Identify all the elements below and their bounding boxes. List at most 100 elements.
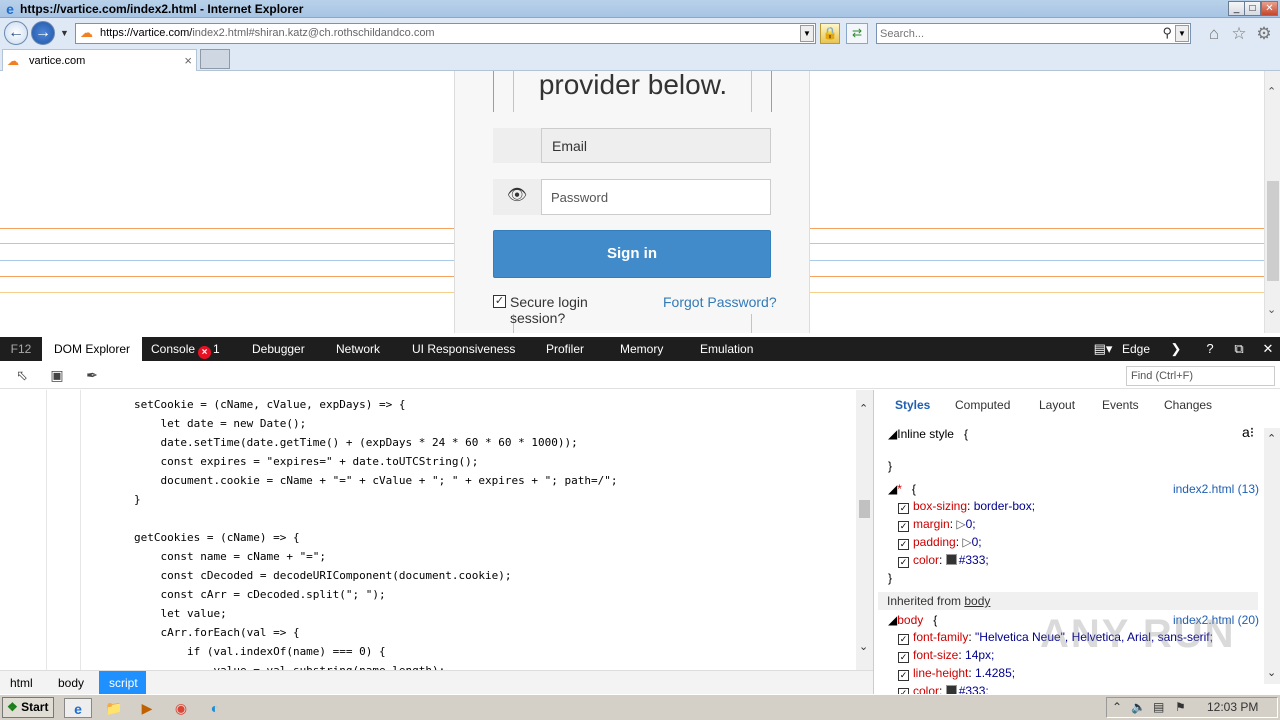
tab-profiler[interactable]: Profiler [546,337,584,361]
maximize-button[interactable]: □ [1244,1,1261,16]
page-scrollbar[interactable]: ⌃ ⌄ [1264,71,1280,333]
tab-styles[interactable]: Styles [895,398,930,412]
crumb-script[interactable]: script [99,671,146,695]
taskbar-media-icon[interactable]: ▶ [136,698,158,718]
console-toggle-icon[interactable]: ❯ [1166,337,1186,361]
property-checkbox[interactable]: ✓ [898,521,909,532]
inherited-from-link[interactable]: body [964,594,990,608]
property-name[interactable]: box-sizing [913,499,967,513]
style-property-row[interactable]: ✓ line-height: 1.4285; [898,664,1015,682]
home-icon[interactable]: ⌂ [1204,24,1224,44]
network-icon[interactable]: ▤ [1153,700,1164,714]
property-value[interactable]: 0; [972,535,982,549]
style-property-row[interactable]: ✓ padding: ▷0; [898,533,982,551]
favorites-star-icon[interactable]: ☆ [1229,24,1249,44]
scroll-down-icon[interactable]: ⌄ [1267,303,1276,316]
property-checkbox[interactable]: ✓ [898,634,909,645]
url-input[interactable]: ☁ https://vartice.com/index2.html#shiran… [75,23,816,44]
tray-arrow-icon[interactable]: ⌃ [1112,700,1122,714]
style-property-row[interactable]: ✓ box-sizing: border-box; [898,497,1035,515]
recent-pages-dropdown[interactable]: ▼ [60,28,69,38]
scroll-thumb[interactable] [859,500,870,518]
eye-icon[interactable]: 👁 [493,179,541,215]
taskbar-chrome-icon[interactable]: ◉ [170,698,192,718]
password-field[interactable]: Password [541,179,771,215]
property-checkbox[interactable]: ✓ [898,670,909,681]
property-value[interactable]: 1.4285; [975,666,1015,680]
property-value[interactable]: 14px; [965,648,994,662]
volume-icon[interactable]: 🔈 [1131,700,1146,714]
style-property-row[interactable]: ✓ color: #333; [898,682,989,694]
property-checkbox[interactable]: ✓ [898,652,909,663]
style-property-row[interactable]: ✓ color: #333; [898,551,989,569]
rule-source-link[interactable]: index2.html (13) [1173,480,1259,498]
expand-icon[interactable]: ▷ [956,517,965,531]
property-name[interactable]: margin [913,517,950,531]
close-window-button[interactable]: ✕ [1261,1,1278,16]
tab-memory[interactable]: Memory [620,337,663,361]
scroll-down-icon[interactable]: ⌄ [859,640,868,653]
property-name[interactable]: padding [913,535,956,549]
search-box[interactable]: ⚲ ▼ [876,23,1191,44]
tab-network[interactable]: Network [336,337,380,361]
forgot-password-link[interactable]: Forgot Password? [663,294,777,310]
tab-console[interactable]: Console × 1 [151,337,220,361]
taskbar-folder-icon[interactable]: 📁 [103,698,125,718]
sign-in-button[interactable]: Sign in [493,230,771,278]
property-checkbox[interactable]: ✓ [898,557,909,568]
inline-style-rule[interactable]: ◢Inline style { [888,425,968,443]
tab-emulation[interactable]: Emulation [700,337,753,361]
property-name[interactable]: font-family [913,630,968,644]
expand-icon[interactable]: ▷ [962,535,971,549]
minimize-button[interactable]: _ [1228,1,1245,16]
property-name[interactable]: color [913,553,939,567]
back-button[interactable]: ← [4,21,28,45]
highlight-element-icon[interactable]: ▣ [47,365,67,385]
search-input[interactable] [880,26,1150,41]
search-icon[interactable]: ⚲ [1162,25,1172,41]
color-swatch[interactable] [945,685,957,694]
tab-ui-responsiveness[interactable]: UI Responsiveness [412,337,515,361]
scroll-thumb[interactable] [1267,181,1279,281]
scroll-up-icon[interactable]: ⌃ [859,402,868,415]
search-dropdown-button[interactable]: ▼ [1175,25,1189,42]
settings-gear-icon[interactable]: ⚙ [1254,24,1274,44]
document-mode[interactable]: Edge [1122,337,1150,361]
refresh-icon[interactable]: ⇄ [846,23,868,44]
flag-icon[interactable]: ⚑ [1175,700,1186,714]
dom-source-pane[interactable]: setCookie = (cName, cValue, expDays) => … [0,390,856,670]
color-swatch[interactable] [945,554,957,565]
select-element-icon[interactable]: ⬁ [12,365,32,385]
secure-session-checkbox[interactable]: ✓ [493,295,506,308]
email-field[interactable]: Email [541,128,771,163]
code-scrollbar[interactable]: ⌃ ⌄ [856,390,873,670]
crumb-body[interactable]: body [48,671,84,695]
tab-changes[interactable]: Changes [1164,398,1212,412]
help-icon[interactable]: ? [1200,337,1220,361]
tab-dom-explorer[interactable]: DOM Explorer [42,337,142,361]
taskbar-edge-icon[interactable]: ◐ [204,698,226,718]
new-tab-button[interactable] [200,49,230,69]
tab-debugger[interactable]: Debugger [252,337,305,361]
scroll-down-icon[interactable]: ⌄ [1267,666,1276,679]
body-rule-header[interactable]: ◢body { [888,611,937,629]
property-checkbox[interactable]: ✓ [898,503,909,514]
tab-layout[interactable]: Layout [1039,398,1075,412]
start-button[interactable]: ❖ Start [2,697,54,718]
scroll-up-icon[interactable]: ⌃ [1267,85,1276,98]
property-name[interactable]: color [913,684,939,694]
crumb-html[interactable]: html [0,671,33,695]
color-picker-icon[interactable]: ✒ [82,365,102,385]
property-value[interactable]: border-box; [974,499,1035,513]
undock-icon[interactable]: ⧉ [1229,337,1249,361]
forward-button[interactable]: → [31,21,55,45]
scroll-up-icon[interactable]: ⌃ [1267,432,1276,445]
tab-computed[interactable]: Computed [955,398,1010,412]
taskbar-ie-icon[interactable]: e [64,698,92,718]
close-tab-icon[interactable]: × [184,53,192,68]
property-checkbox[interactable]: ✓ [898,539,909,550]
style-property-row[interactable]: ✓ font-size: 14px; [898,646,994,664]
font-size-toggle-icon[interactable]: a⁝ [1242,423,1254,441]
style-property-row[interactable]: ✓ margin: ▷0; [898,515,976,533]
property-value[interactable]: #333; [959,553,989,567]
